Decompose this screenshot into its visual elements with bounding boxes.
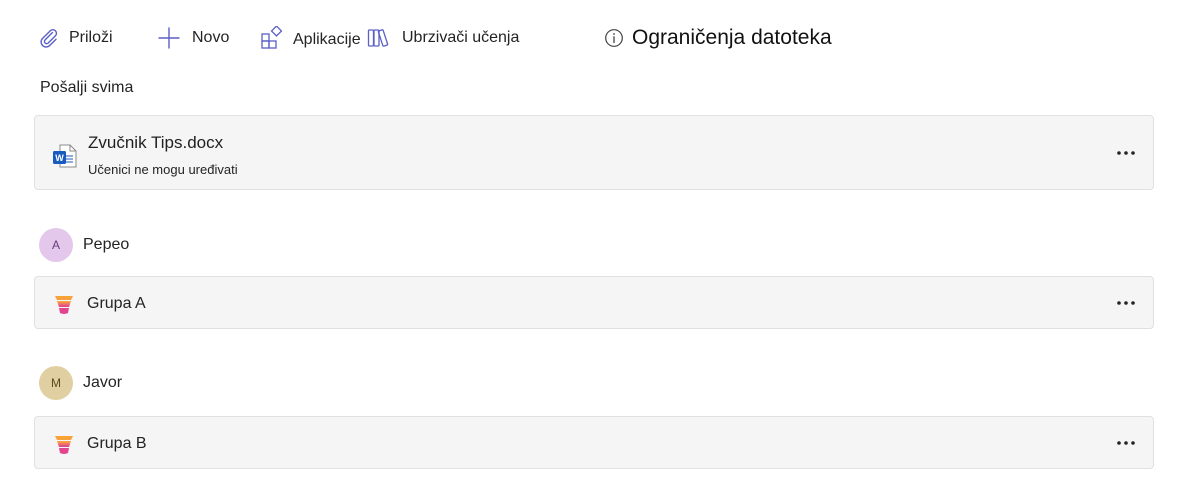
books-icon [367, 26, 391, 50]
avatar: A [39, 228, 73, 262]
paperclip-icon [38, 27, 60, 49]
file-name[interactable]: Zvučnik Tips.docx [88, 133, 223, 153]
attach-label: Priloži [69, 29, 113, 46]
apps-label: Aplikacije [293, 31, 361, 48]
toolbar: Priloži Novo Aplikacije Ubrzivači učenja… [0, 0, 1194, 76]
more-options-icon[interactable] [1113, 433, 1139, 453]
person-name: Javor [83, 374, 123, 391]
group-icon [52, 292, 76, 321]
avatar: M [39, 366, 73, 400]
file-limits-info[interactable]: Ograničenja datoteka [604, 23, 832, 53]
plus-icon [157, 26, 181, 50]
attach-button[interactable]: Priloži [38, 23, 113, 53]
more-options-icon[interactable] [1113, 143, 1139, 163]
info-icon [604, 28, 624, 48]
more-options-icon[interactable] [1113, 293, 1139, 313]
group-icon [52, 432, 76, 461]
person-name: Pepeo [83, 236, 130, 253]
new-label: Novo [192, 29, 230, 46]
svg-text:W: W [55, 153, 64, 163]
group-card[interactable]: Grupa A [34, 276, 1154, 329]
send-to-all-label: Pošalji svima [40, 79, 134, 96]
word-document-icon: W [52, 143, 78, 174]
learning-accelerators-button[interactable]: Ubrzivači učenja [367, 23, 519, 53]
person-row: A Pepeo [39, 228, 129, 262]
file-limits-label: Ograničenja datoteka [632, 26, 832, 49]
group-name: Grupa A [87, 295, 146, 312]
group-card[interactable]: Grupa B [34, 416, 1154, 469]
person-row: M Javor [39, 366, 122, 400]
file-attachment-card[interactable]: W Zvučnik Tips.docx Učenici ne mogu uređ… [34, 115, 1154, 190]
apps-icon [260, 26, 284, 50]
apps-button[interactable]: Aplikacije [260, 23, 361, 53]
group-name: Grupa B [87, 435, 147, 452]
learning-accelerators-label: Ubrzivači učenja [402, 29, 520, 46]
new-button[interactable]: Novo [157, 23, 229, 53]
file-permission-text: Učenici ne mogu uređivati [88, 162, 238, 177]
